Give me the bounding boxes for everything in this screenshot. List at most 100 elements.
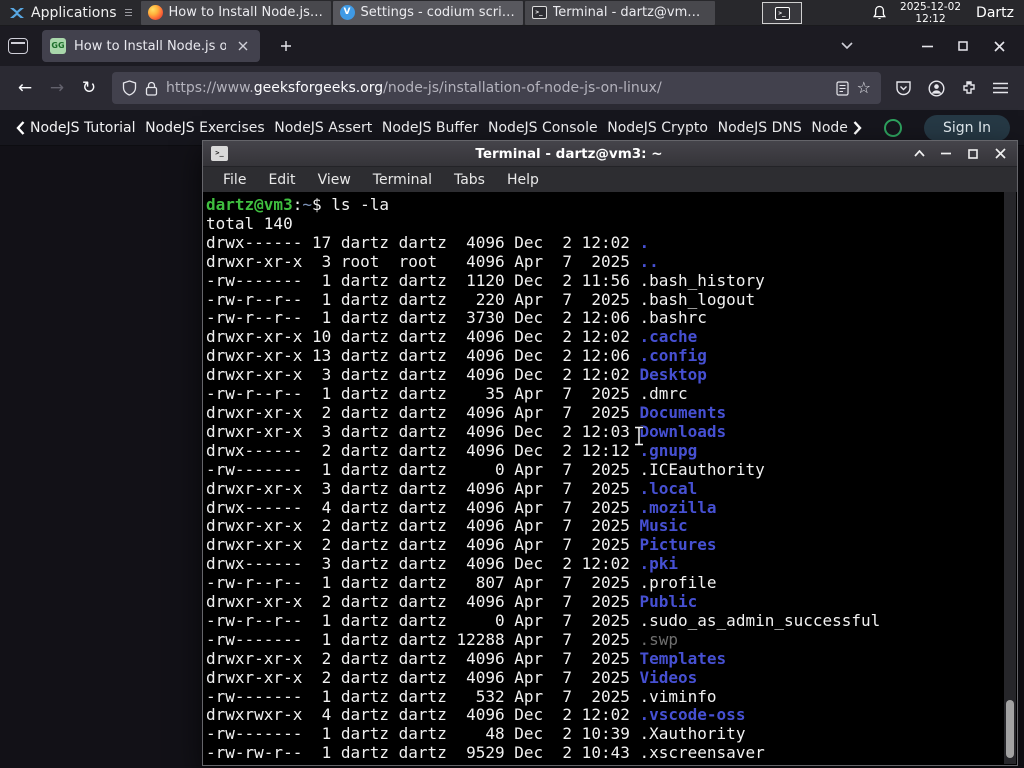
tracking-shield-icon[interactable] xyxy=(122,80,137,96)
bookmark-star-icon[interactable]: ☆ xyxy=(857,80,871,96)
terminal-line: drwxr-xr-x 2 dartz dartz 4096 Apr 7 2025… xyxy=(206,516,688,536)
site-nav-items: NodeJS Tutorial NodeJS Exercises NodeJS As… xyxy=(16,120,862,136)
terminal-output: dartz@vm3:~$ ls -la total 140 drwx------ 1… xyxy=(204,192,1016,764)
nav-item-label: NodeJS Exercises xyxy=(145,119,265,136)
window-maximize-icon[interactable] xyxy=(952,35,974,57)
site-favicon: GG xyxy=(50,38,66,54)
sign-in-button[interactable]: Sign In xyxy=(924,114,1010,141)
terminal-line: -rw------- 1 dartz dartz 532 Apr 7 2025 … xyxy=(206,686,717,706)
taskbar-button[interactable]: V Settings - codium script... xyxy=(332,0,523,25)
taskbar-button[interactable]: How to Install Node.js o... xyxy=(140,0,331,25)
firefox-icon xyxy=(147,5,163,20)
terminal-line: -rw-rw-r-- 1 dartz dartz 9529 Dec 2 10:4… xyxy=(206,743,765,763)
pocket-icon[interactable] xyxy=(895,80,912,96)
nav-item[interactable]: NodeJS Buffer xyxy=(382,120,479,136)
nav-item-label: NodeJS DNS xyxy=(717,119,802,136)
menu-view[interactable]: View xyxy=(307,172,362,188)
reader-view-icon[interactable] xyxy=(836,80,849,96)
taskbar-button[interactable]: >_ Terminal - dartz@vm3: ~ xyxy=(524,0,715,25)
taskbar-button-label: How to Install Node.js o... xyxy=(168,5,324,20)
new-tab-button[interactable] xyxy=(274,34,298,58)
vscodium-icon: V xyxy=(339,5,355,20)
search-icon[interactable] xyxy=(884,118,902,137)
nav-item-label: NodeJS Assert xyxy=(274,119,373,136)
list-all-tabs-icon[interactable] xyxy=(836,35,858,57)
tab-close-icon[interactable] xyxy=(234,37,252,55)
nav-item[interactable]: NodeJS Tutorial xyxy=(16,120,135,136)
window-minimize-icon[interactable] xyxy=(916,35,938,57)
clock[interactable]: 2025-12-02 12:12 xyxy=(900,1,961,25)
terminal-line: -rw-r--r-- 1 dartz dartz 3730 Dec 2 12:0… xyxy=(206,308,707,328)
terminal-window: >_ Terminal - dartz@vm3: ~ File Edit View T… xyxy=(202,140,1018,766)
top-panel: Applications How to Install Node.js o...… xyxy=(0,0,1024,26)
tab-title: How to Install Node.js on xyxy=(74,38,226,54)
terminal-scrollbar[interactable] xyxy=(1004,192,1016,764)
toolbar-icons xyxy=(889,79,1014,97)
terminal-icon: >_ xyxy=(774,6,790,20)
clock-date: 2025-12-02 xyxy=(900,0,962,13)
terminal-line: -rw------- 1 dartz dartz 0 Apr 7 2025 .I… xyxy=(206,459,765,479)
forward-icon[interactable]: → xyxy=(42,73,72,103)
shade-window-icon[interactable] xyxy=(910,145,928,163)
terminal-line: -rw-r--r-- 1 dartz dartz 220 Apr 7 2025 … xyxy=(206,289,756,309)
notification-bell-icon[interactable] xyxy=(872,5,887,21)
terminal-title: Terminal - dartz@vm3: ~ xyxy=(475,145,663,162)
hamburger-menu-icon[interactable] xyxy=(993,82,1008,94)
terminal-line: drwxr-xr-x 2 dartz dartz 4096 Apr 7 2025… xyxy=(206,535,717,555)
nav-item[interactable]: NodeJS Crypto xyxy=(607,120,708,136)
lock-icon[interactable] xyxy=(145,81,158,96)
menu-file[interactable]: File xyxy=(212,172,257,188)
terminal-line: -rw------- 1 dartz dartz 48 Dec 2 10:39 … xyxy=(206,724,746,744)
panel-status-area: 2025-12-02 12:12 Dartz xyxy=(872,1,1024,25)
taskbar: How to Install Node.js o... V Settings - c… xyxy=(140,0,717,25)
nav-item[interactable]: Node xyxy=(811,120,862,136)
menu-lines-icon xyxy=(124,9,132,16)
terminal-line: drwxr-xr-x 2 dartz dartz 4096 Apr 7 2025… xyxy=(206,592,698,612)
applications-menu-button[interactable]: Applications xyxy=(0,0,141,25)
menu-terminal[interactable]: Terminal xyxy=(362,172,443,188)
account-icon[interactable] xyxy=(928,79,945,97)
extensions-puzzle-icon[interactable] xyxy=(961,80,977,96)
terminal-line: drwxr-xr-x 3 root root 4096 Apr 7 2025 .… xyxy=(206,251,659,271)
user-menu[interactable]: Dartz xyxy=(974,5,1014,21)
workspace-indicator[interactable]: >_ xyxy=(762,2,802,24)
taskbar-button-label: Settings - codium script... xyxy=(360,5,516,20)
back-icon[interactable]: ← xyxy=(10,73,40,103)
site-nav-right: Sign In xyxy=(884,114,1010,141)
terminal-line: -rw------- 1 dartz dartz 12288 Apr 7 202… xyxy=(206,629,679,649)
terminal-line: -rw-r--r-- 1 dartz dartz 807 Apr 7 2025 … xyxy=(206,573,717,593)
terminal-line: drwxr-xr-x 2 dartz dartz 4096 Apr 7 2025… xyxy=(206,648,727,668)
terminal-line: drwx------ 17 dartz dartz 4096 Dec 2 12:… xyxy=(206,232,650,252)
terminal-line: drwxr-xr-x 10 dartz dartz 4096 Dec 2 12:… xyxy=(206,327,698,347)
nav-item-label: NodeJS Buffer xyxy=(381,119,479,136)
nav-item[interactable]: NodeJS DNS xyxy=(718,120,802,136)
window-close-icon[interactable] xyxy=(988,35,1010,57)
nav-item[interactable]: NodeJS Exercises xyxy=(145,120,265,136)
chevron-right-icon xyxy=(853,120,862,135)
terminal-line: drwx------ 4 dartz dartz 4096 Apr 7 2025… xyxy=(206,497,717,517)
terminal-line: -rw-r--r-- 1 dartz dartz 0 Apr 7 2025 .s… xyxy=(206,610,881,630)
terminal-line: drwx------ 3 dartz dartz 4096 Dec 2 12:0… xyxy=(206,554,679,574)
terminal-line: -rw-r--r-- 1 dartz dartz 35 Apr 7 2025 .… xyxy=(206,384,688,404)
terminal-scroll-thumb[interactable] xyxy=(1006,700,1014,758)
reload-icon[interactable]: ↻ xyxy=(74,73,104,103)
url-bar[interactable]: https://www.geeksforgeeks.org/node-js/in… xyxy=(112,72,881,104)
terminal-close-icon[interactable] xyxy=(991,145,1009,163)
terminal-total-line: total 140 xyxy=(206,213,293,233)
tab-bar: GG How to Install Node.js on xyxy=(0,26,1024,66)
terminal-maximize-icon[interactable] xyxy=(964,145,982,163)
menu-tabs[interactable]: Tabs xyxy=(443,172,496,188)
terminal-minimize-icon[interactable] xyxy=(937,145,955,163)
terminal-icon: >_ xyxy=(531,6,547,19)
terminal-prompt-line: dartz@vm3:~$ ls -la xyxy=(206,195,390,214)
menu-edit[interactable]: Edit xyxy=(257,172,306,188)
nav-item-label: Node xyxy=(811,119,848,136)
menu-help[interactable]: Help xyxy=(496,172,550,188)
nav-item[interactable]: NodeJS Assert xyxy=(274,120,372,136)
terminal-line: drwxr-xr-x 3 dartz dartz 4096 Dec 2 12:0… xyxy=(206,421,727,441)
terminal-titlebar[interactable]: >_ Terminal - dartz@vm3: ~ xyxy=(203,141,1017,167)
firefox-view-icon[interactable] xyxy=(8,38,28,54)
nav-item[interactable]: NodeJS Console xyxy=(488,120,598,136)
browser-tab[interactable]: GG How to Install Node.js on xyxy=(42,30,260,62)
chevron-left-icon xyxy=(16,120,25,135)
